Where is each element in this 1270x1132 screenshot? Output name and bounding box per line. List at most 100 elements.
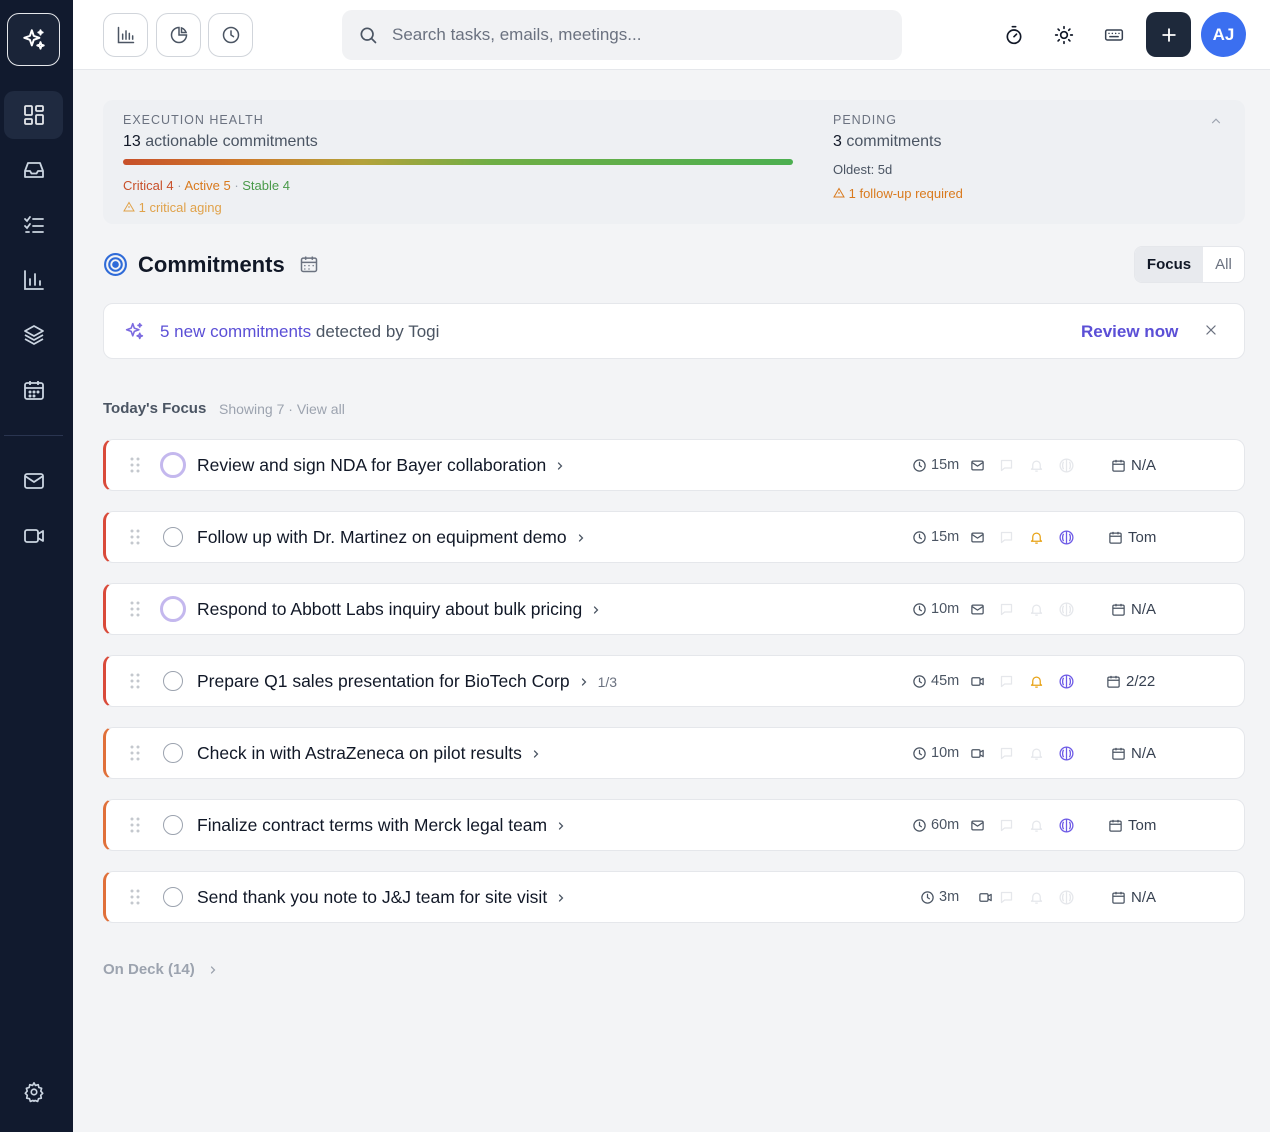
timer-button[interactable] — [995, 16, 1033, 54]
sidebar-item-email[interactable] — [4, 457, 63, 505]
collapse-button[interactable] — [1209, 114, 1223, 133]
reminder-button[interactable] — [1029, 512, 1044, 562]
ai-insight-button[interactable] — [1058, 584, 1075, 634]
ai-insight-button[interactable] — [1058, 512, 1075, 562]
focus-showing[interactable]: Showing 7 · View all — [219, 401, 345, 417]
ai-insight-button[interactable] — [1058, 872, 1075, 922]
task-row[interactable]: Follow up with Dr. Martinez on equipment… — [103, 511, 1245, 563]
drag-handle[interactable] — [130, 457, 140, 478]
time-estimate-text: 10m — [931, 601, 960, 617]
banner-highlight[interactable]: 5 new commitments — [160, 322, 311, 341]
source-channel[interactable] — [970, 512, 985, 562]
ai-sparkle-button[interactable] — [7, 13, 60, 66]
task-title[interactable]: Prepare Q1 sales presentation for BioTec… — [197, 671, 617, 692]
comment-button[interactable] — [999, 872, 1014, 922]
drag-handle[interactable] — [130, 601, 140, 622]
drag-handle[interactable] — [130, 817, 140, 838]
task-checkbox[interactable] — [160, 452, 186, 478]
source-channel[interactable] — [970, 584, 985, 634]
source-channel[interactable] — [978, 872, 993, 922]
review-now-button[interactable]: Review now — [1081, 322, 1178, 342]
due-owner[interactable]: N/A — [1111, 872, 1156, 922]
mail-icon — [971, 532, 984, 542]
calendar-icon — [23, 381, 44, 400]
search-input[interactable] — [392, 25, 872, 45]
reminder-button[interactable] — [1029, 656, 1044, 706]
drag-handle[interactable] — [130, 529, 140, 550]
reports-button[interactable] — [156, 13, 201, 57]
task-row[interactable]: Check in with AstraZeneca on pilot resul… — [103, 727, 1245, 779]
task-row[interactable]: Send thank you note to J&J team for site… — [103, 871, 1245, 923]
task-title[interactable]: Send thank you note to J&J team for site… — [197, 887, 567, 908]
analytics-button[interactable] — [103, 13, 148, 57]
pie-chart-icon — [170, 26, 187, 44]
reminder-button[interactable] — [1029, 800, 1044, 850]
toggle-all[interactable]: All — [1203, 247, 1244, 282]
checklist-icon — [23, 216, 44, 233]
source-channel[interactable] — [970, 800, 985, 850]
sidebar-item-analytics[interactable] — [4, 256, 63, 304]
task-title[interactable]: Review and sign NDA for Bayer collaborat… — [197, 455, 566, 476]
task-title[interactable]: Respond to Abbott Labs inquiry about bul… — [197, 599, 602, 620]
sidebar-item-meetings[interactable] — [4, 512, 63, 560]
sidebar-item-calendar[interactable] — [4, 366, 63, 414]
ai-insight-button[interactable] — [1058, 728, 1075, 778]
task-row[interactable]: Respond to Abbott Labs inquiry about bul… — [103, 583, 1245, 635]
due-owner[interactable]: 2/22 — [1106, 656, 1155, 706]
chevron-up-icon — [1211, 118, 1221, 124]
task-title[interactable]: Check in with AstraZeneca on pilot resul… — [197, 743, 542, 764]
reminder-button[interactable] — [1029, 728, 1044, 778]
ai-insight-button[interactable] — [1058, 656, 1075, 706]
reminder-button[interactable] — [1029, 584, 1044, 634]
dismiss-banner-button[interactable] — [1204, 323, 1218, 342]
source-channel[interactable] — [970, 728, 985, 778]
comment-button[interactable] — [999, 512, 1014, 562]
ai-insight-button[interactable] — [1058, 800, 1075, 850]
toggle-focus[interactable]: Focus — [1135, 247, 1203, 282]
task-row[interactable]: Prepare Q1 sales presentation for BioTec… — [103, 655, 1245, 707]
calendar-view-button[interactable] — [299, 254, 319, 279]
source-channel[interactable] — [970, 656, 985, 706]
task-title[interactable]: Follow up with Dr. Martinez on equipment… — [197, 527, 587, 548]
avatar[interactable]: AJ — [1201, 12, 1246, 57]
task-title[interactable]: Finalize contract terms with Merck legal… — [197, 815, 567, 836]
due-owner[interactable]: Tom — [1108, 512, 1156, 562]
task-checkbox[interactable] — [160, 596, 186, 622]
sidebar-item-settings[interactable] — [4, 1068, 63, 1116]
due-owner[interactable]: N/A — [1111, 584, 1156, 634]
pending-summary: 3 commitments — [833, 133, 941, 151]
source-channel[interactable] — [970, 440, 985, 490]
brain-icon — [1059, 889, 1074, 905]
comment-button[interactable] — [999, 728, 1014, 778]
reminder-button[interactable] — [1029, 440, 1044, 490]
sidebar-item-layers[interactable] — [4, 311, 63, 359]
add-button[interactable] — [1146, 12, 1191, 57]
history-button[interactable] — [208, 13, 253, 57]
comment-button[interactable] — [999, 656, 1014, 706]
ai-insight-button[interactable] — [1058, 440, 1075, 490]
reminder-button[interactable] — [1029, 872, 1044, 922]
task-checkbox[interactable] — [163, 527, 183, 547]
task-row[interactable]: Finalize contract terms with Merck legal… — [103, 799, 1245, 851]
sidebar-item-tasks[interactable] — [4, 201, 63, 249]
due-owner[interactable]: N/A — [1111, 440, 1156, 490]
theme-toggle-button[interactable] — [1045, 16, 1083, 54]
task-checkbox[interactable] — [163, 671, 183, 691]
task-checkbox[interactable] — [163, 743, 183, 763]
keyboard-shortcuts-button[interactable] — [1095, 16, 1133, 54]
on-deck-toggle[interactable]: On Deck (14) — [103, 961, 219, 978]
due-owner[interactable]: N/A — [1111, 728, 1156, 778]
drag-handle[interactable] — [130, 745, 140, 766]
task-row[interactable]: Review and sign NDA for Bayer collaborat… — [103, 439, 1245, 491]
drag-handle[interactable] — [130, 889, 140, 910]
health-legend: Critical 4 · Active 5 · Stable 4 — [123, 178, 290, 193]
comment-button[interactable] — [999, 800, 1014, 850]
task-checkbox[interactable] — [163, 815, 183, 835]
task-checkbox[interactable] — [163, 887, 183, 907]
drag-handle[interactable] — [130, 673, 140, 694]
comment-button[interactable] — [999, 440, 1014, 490]
due-owner[interactable]: Tom — [1108, 800, 1156, 850]
comment-button[interactable] — [999, 584, 1014, 634]
sidebar-item-dashboard[interactable] — [4, 91, 63, 139]
sidebar-item-inbox[interactable] — [4, 146, 63, 194]
